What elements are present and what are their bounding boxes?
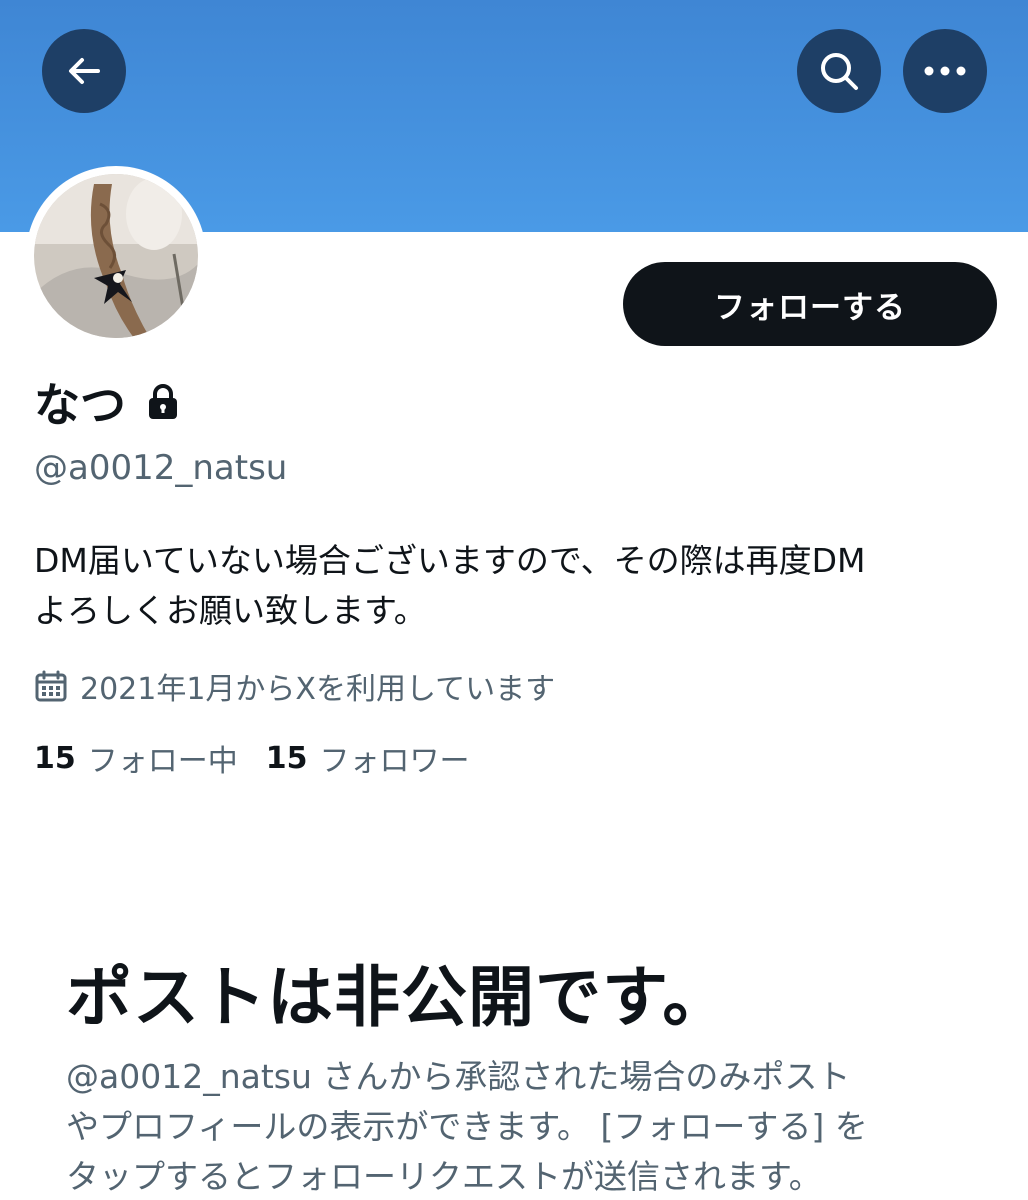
following-count: 15	[34, 740, 76, 776]
avatar-photo	[34, 174, 198, 338]
back-button[interactable]	[42, 29, 126, 113]
joined-date: 2021年1月からXを利用しています	[34, 664, 555, 708]
followers-link[interactable]: 15 フォロワー	[266, 736, 470, 780]
arrow-left-icon	[69, 58, 100, 84]
avatar[interactable]	[34, 174, 198, 338]
lock-icon	[146, 383, 180, 421]
private-notice-line: @a0012_natsu さんから承認された場合のみポスト	[66, 1057, 851, 1096]
followers-count: 15	[265, 740, 308, 776]
private-notice-line: タップするとフォローリクエストが送信されます。	[66, 1157, 822, 1196]
followers-label: フォロワー	[319, 744, 470, 779]
display-name: なつ	[34, 378, 126, 432]
follow-button[interactable]: フォローする	[623, 262, 997, 346]
name-row: なつ	[34, 372, 180, 432]
more-horizontal-icon	[924, 66, 966, 76]
bio-line: よろしくお願い致します。	[34, 591, 427, 630]
bio-line: DM届いていない場合ございますので、その際は再度DM	[34, 541, 866, 580]
joined-text: 2021年1月からXを利用しています	[80, 672, 556, 707]
private-notice-line: やプロフィールの表示ができます。 [フォローする] を	[66, 1107, 868, 1146]
search-button[interactable]	[797, 29, 881, 113]
follow-stats: 15 フォロー中 15 フォロワー	[34, 736, 470, 780]
more-button[interactable]	[903, 29, 987, 113]
bio: DM届いていない場合ございますので、その際は再度DM よろしくお願い致します。	[34, 536, 994, 636]
following-link[interactable]: 15 フォロー中	[34, 736, 238, 780]
calendar-icon	[34, 669, 68, 703]
user-handle: @a0012_natsu	[34, 448, 288, 488]
profile-page: フォローする なつ @a0012_natsu DM届いていない場合ございますので…	[0, 0, 1028, 1200]
following-label: フォロー中	[87, 744, 238, 779]
search-icon	[821, 53, 858, 90]
private-notice-description: @a0012_natsu さんから承認された場合のみポスト やプロフィールの表示…	[66, 1052, 986, 1200]
private-notice-title: ポストは非公開です。	[66, 959, 730, 1036]
